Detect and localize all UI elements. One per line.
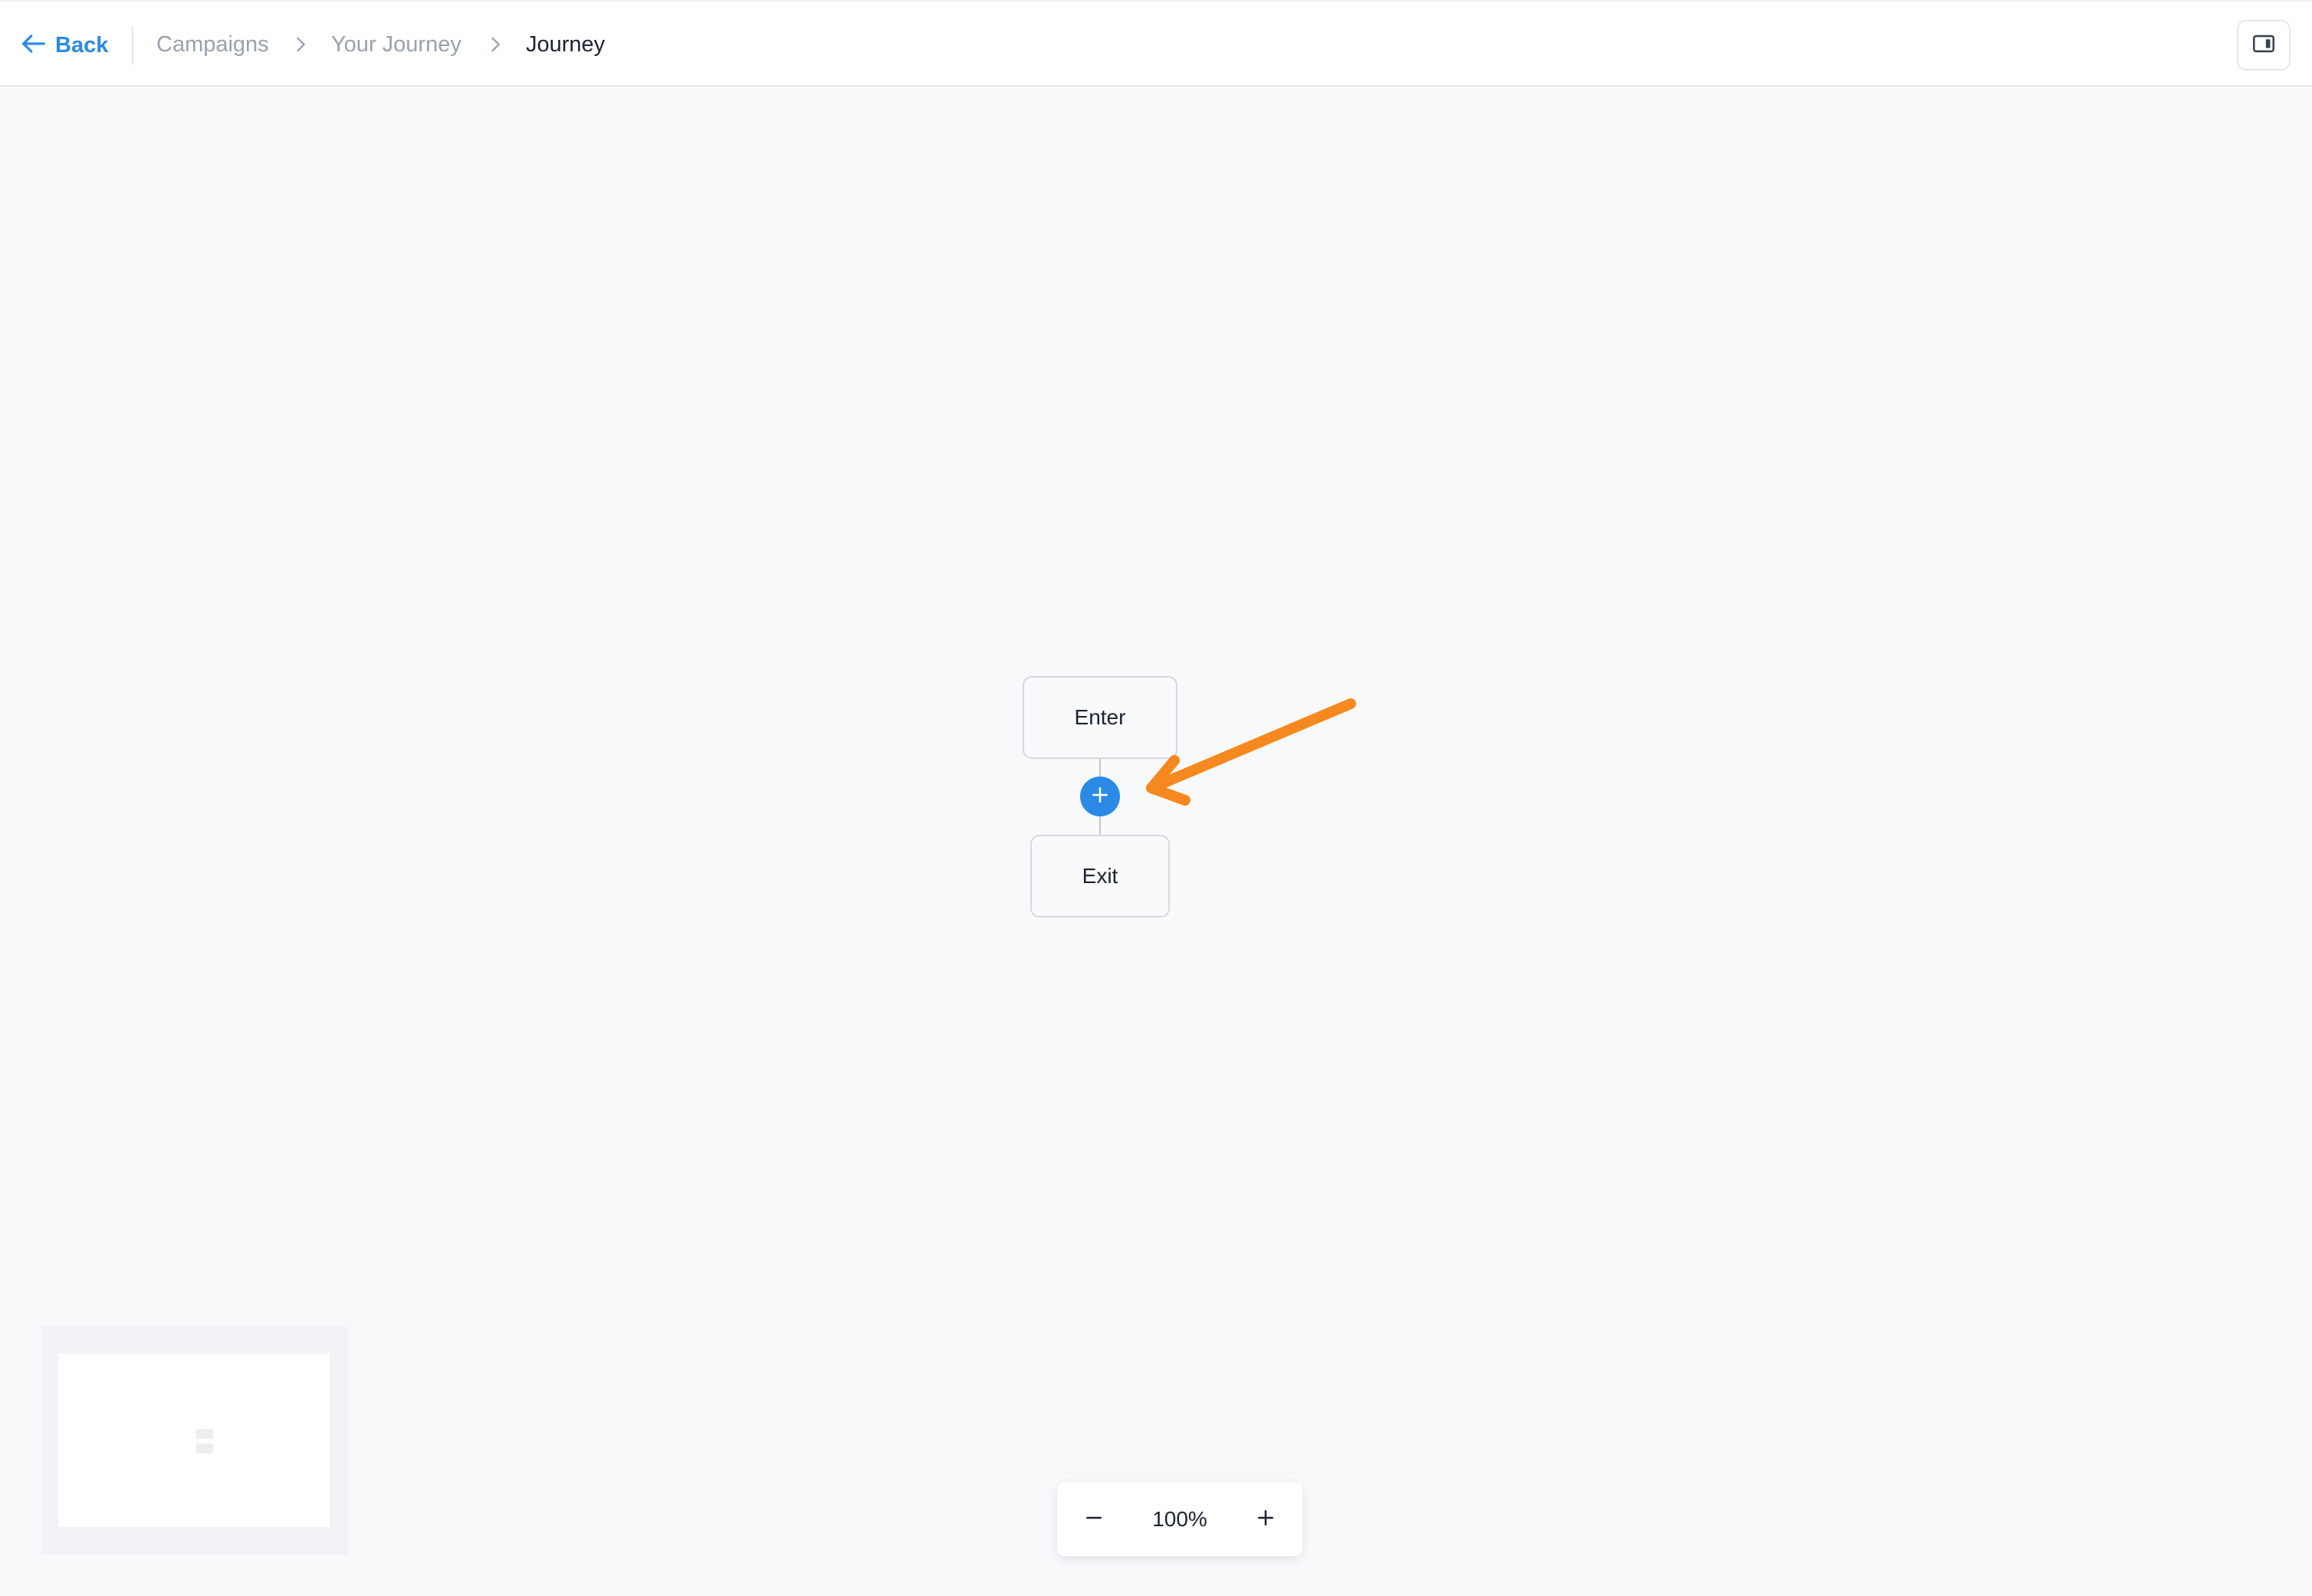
- top-bar: Back Campaigns Your Journey Journey: [0, 0, 2312, 87]
- minimap-viewport[interactable]: [58, 1354, 330, 1527]
- topbar-divider: [132, 26, 133, 64]
- zoom-level: 100%: [1152, 1507, 1207, 1531]
- toggle-side-panel-button[interactable]: [2237, 20, 2291, 71]
- arrow-left-icon: [18, 28, 49, 63]
- back-button[interactable]: Back: [18, 25, 108, 66]
- chevron-right-icon: [484, 34, 506, 55]
- minus-icon: [1082, 1506, 1105, 1533]
- zoom-out-button[interactable]: [1057, 1483, 1131, 1556]
- chevron-right-icon: [290, 34, 311, 55]
- connector-line: [1099, 759, 1101, 777]
- plus-icon: [1089, 783, 1112, 810]
- back-label: Back: [55, 32, 109, 57]
- breadcrumb-your-journey[interactable]: Your Journey: [331, 31, 461, 58]
- exit-node[interactable]: Exit: [1030, 835, 1170, 918]
- breadcrumb-journey: Journey: [526, 32, 606, 57]
- plus-icon: [1254, 1506, 1277, 1533]
- minimap[interactable]: [41, 1326, 348, 1555]
- breadcrumb-campaigns[interactable]: Campaigns: [156, 31, 269, 58]
- zoom-control: 100%: [1057, 1483, 1302, 1556]
- connector-line: [1099, 816, 1101, 835]
- minimap-enter-node: [196, 1429, 213, 1439]
- orange-arrow-icon: [1146, 698, 1356, 806]
- add-step-button[interactable]: [1080, 777, 1120, 816]
- minimap-exit-node: [196, 1443, 213, 1453]
- sidebar-panel-icon: [2251, 31, 2277, 61]
- zoom-in-button[interactable]: [1229, 1483, 1302, 1556]
- journey-editor: Back Campaigns Your Journey Journey Ente…: [0, 0, 2312, 1596]
